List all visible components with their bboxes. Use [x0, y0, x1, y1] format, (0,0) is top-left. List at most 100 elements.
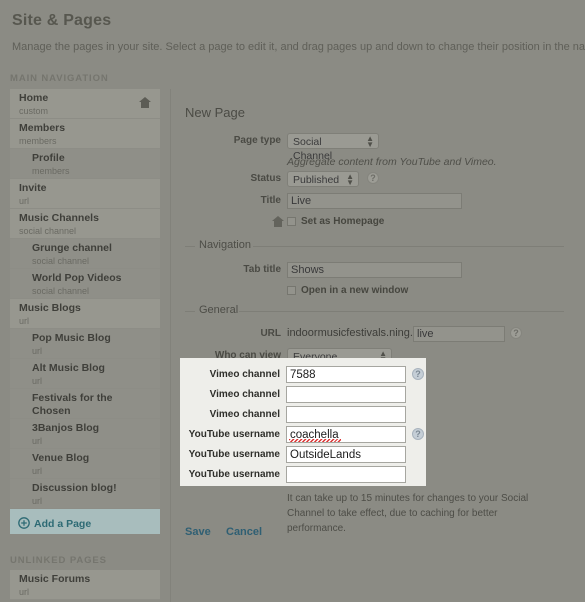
main-navigation-label: MAIN NAVIGATION — [10, 73, 109, 84]
sidebar-item-title: Music Forums — [19, 573, 91, 585]
open-new-window-label: Open in a new window — [301, 285, 409, 296]
sidebar-item-subtitle: url — [32, 436, 43, 446]
sidebar-item[interactable]: 3Banjos Blog url — [10, 419, 160, 449]
sidebar-item[interactable]: Home custom — [10, 89, 160, 119]
url-label: URL — [260, 328, 281, 339]
cancel-button[interactable]: Cancel — [226, 526, 262, 538]
sidebar-item-title: 3Banjos Blog — [32, 422, 100, 434]
site-and-pages-screen: Site & Pages Manage the pages in your si… — [0, 0, 585, 602]
sidebar-item-title: Music Channels — [19, 212, 99, 224]
field-help-icon[interactable]: ? — [412, 428, 424, 440]
add-a-page-label: Add a Page — [34, 518, 92, 530]
social-channel-field-label: YouTube username — [188, 469, 280, 480]
social-channel-field-label: Vimeo channel — [209, 389, 280, 400]
tab-title-input[interactable] — [287, 262, 462, 278]
sidebar-item-subtitle: social channel — [19, 226, 77, 236]
home-icon — [138, 96, 152, 109]
social-channel-fields-panel: Vimeo channel? Vimeo channel Vimeo channel… — [180, 358, 426, 486]
general-fieldset-line — [239, 311, 564, 312]
sidebar-item-title: Members — [19, 122, 66, 134]
sidebar-item[interactable]: Venue Blog url — [10, 449, 160, 479]
sidebar-item-title: Pop Music Blog — [32, 332, 111, 344]
social-channel-field-row: Vimeo channel — [180, 386, 426, 406]
sidebar-item-subtitle: custom — [19, 106, 49, 116]
status-value: Published — [293, 174, 340, 186]
page-type-hint: Aggregate content from YouTube and Vimeo… — [287, 156, 497, 168]
plus-circle-icon — [18, 517, 30, 529]
sidebar-item[interactable]: Music Forums url — [10, 570, 160, 600]
general-legend: General — [199, 304, 239, 316]
social-channel-field-label: YouTube username — [188, 429, 280, 440]
sidebar-item-title: Invite — [19, 182, 47, 194]
tab-title-label: Tab title — [243, 264, 281, 275]
sidebar-item[interactable]: Pop Music Blog url — [10, 329, 160, 359]
social-channel-field-input[interactable] — [286, 366, 406, 383]
page-editor-panel: New Page Page type Social Channel ▲ ▼ Agg… — [170, 89, 585, 602]
sidebar-item-title: Discussion blog! — [32, 482, 117, 494]
social-channel-field-input[interactable] — [286, 386, 406, 403]
sidebar-item[interactable]: Alt Music Blog url — [10, 359, 160, 389]
sidebar-item[interactable]: Invite url — [10, 179, 160, 209]
navigation-fieldset-line — [253, 246, 564, 247]
sidebar-item[interactable]: Members members — [10, 119, 160, 149]
sidebar-item[interactable]: Festivals for the Chosenurl — [10, 389, 160, 429]
set-homepage-checkbox[interactable] — [287, 217, 296, 226]
page-type-label: Page type — [233, 135, 281, 146]
social-channel-field-row: YouTube username — [180, 466, 426, 486]
sidebar-item-title: Profile — [32, 152, 65, 164]
status-help-icon[interactable]: ? — [367, 172, 379, 184]
navigation-legend: Navigation — [199, 239, 251, 251]
sidebar-item[interactable]: Discussion blog! url — [10, 479, 160, 509]
sidebar-item-subtitle: members — [19, 136, 57, 146]
form-heading: New Page — [185, 105, 245, 120]
social-channel-field-label: Vimeo channel — [209, 409, 280, 420]
url-slug-input[interactable] — [413, 326, 505, 342]
save-button[interactable]: Save — [185, 526, 211, 538]
social-channel-field-row: Vimeo channel — [180, 406, 426, 426]
social-channel-field-input[interactable] — [286, 446, 406, 463]
social-channel-field-row: YouTube username? — [180, 426, 426, 446]
sidebar-item-subtitle: members — [32, 166, 70, 176]
unlinked-pages-list: Music Forums url — [10, 570, 160, 600]
page-title: Site & Pages — [12, 12, 112, 29]
social-channel-field-input[interactable] — [286, 466, 406, 483]
sidebar-item-subtitle: url — [32, 466, 43, 476]
sidebar-item-subtitle: url — [19, 196, 30, 206]
sidebar-item-title: World Pop Videos — [32, 272, 122, 284]
url-help-icon[interactable]: ? — [510, 327, 522, 339]
sidebar-item-title: Venue Blog — [32, 452, 90, 464]
navigation-fieldset-dash — [185, 246, 195, 247]
social-channel-field-label: YouTube username — [188, 449, 280, 460]
add-a-page-button[interactable]: Add a Page — [10, 509, 160, 534]
field-help-icon[interactable]: ? — [412, 368, 424, 380]
title-input[interactable] — [287, 193, 462, 209]
social-channel-field-input[interactable] — [286, 406, 406, 423]
sidebar-item[interactable]: Music Blogs url — [10, 299, 160, 329]
caching-note: It can take up to 15 minutes for changes… — [287, 493, 529, 534]
page-type-select[interactable]: Social Channel ▲ ▼ — [287, 133, 379, 162]
sidebar-item[interactable]: Profile members — [10, 149, 160, 179]
sidebar-item[interactable]: Grunge channel social channel — [10, 239, 160, 269]
title-label: Title — [260, 195, 281, 206]
sidebar-item-subtitle: url — [32, 346, 43, 356]
social-channel-field-label: Vimeo channel — [209, 369, 280, 380]
open-new-window-checkbox[interactable] — [287, 286, 296, 295]
sidebar-item-title: Alt Music Blog — [32, 362, 105, 374]
social-channel-field-row: YouTube username — [180, 446, 426, 466]
sidebar-item-title: Music Blogs — [19, 302, 81, 314]
sidebar-item-title: Home — [19, 92, 49, 104]
set-homepage-label: Set as Homepage — [301, 216, 385, 227]
spellcheck-underline — [289, 439, 341, 442]
status-label: Status — [250, 173, 281, 184]
status-select[interactable]: Published ▲ ▼ — [287, 171, 359, 187]
unlinked-pages-label: UNLINKED PAGES — [10, 555, 107, 566]
main-navigation-list: Home custom Members members Profile members In… — [10, 89, 160, 534]
sidebar-item-subtitle: url — [19, 587, 30, 597]
sidebar-item-subtitle: url — [32, 496, 43, 506]
updown-arrows-icon: ▲▼ — [366, 134, 374, 149]
updown-arrows-icon: ▲▼ — [346, 172, 354, 187]
page-description: Manage the pages in your site. Select a … — [12, 41, 585, 53]
sidebar-item-subtitle: social channel — [32, 256, 90, 266]
sidebar-item[interactable]: Music Channels social channel — [10, 209, 160, 239]
sidebar-item[interactable]: World Pop Videos social channel — [10, 269, 160, 299]
